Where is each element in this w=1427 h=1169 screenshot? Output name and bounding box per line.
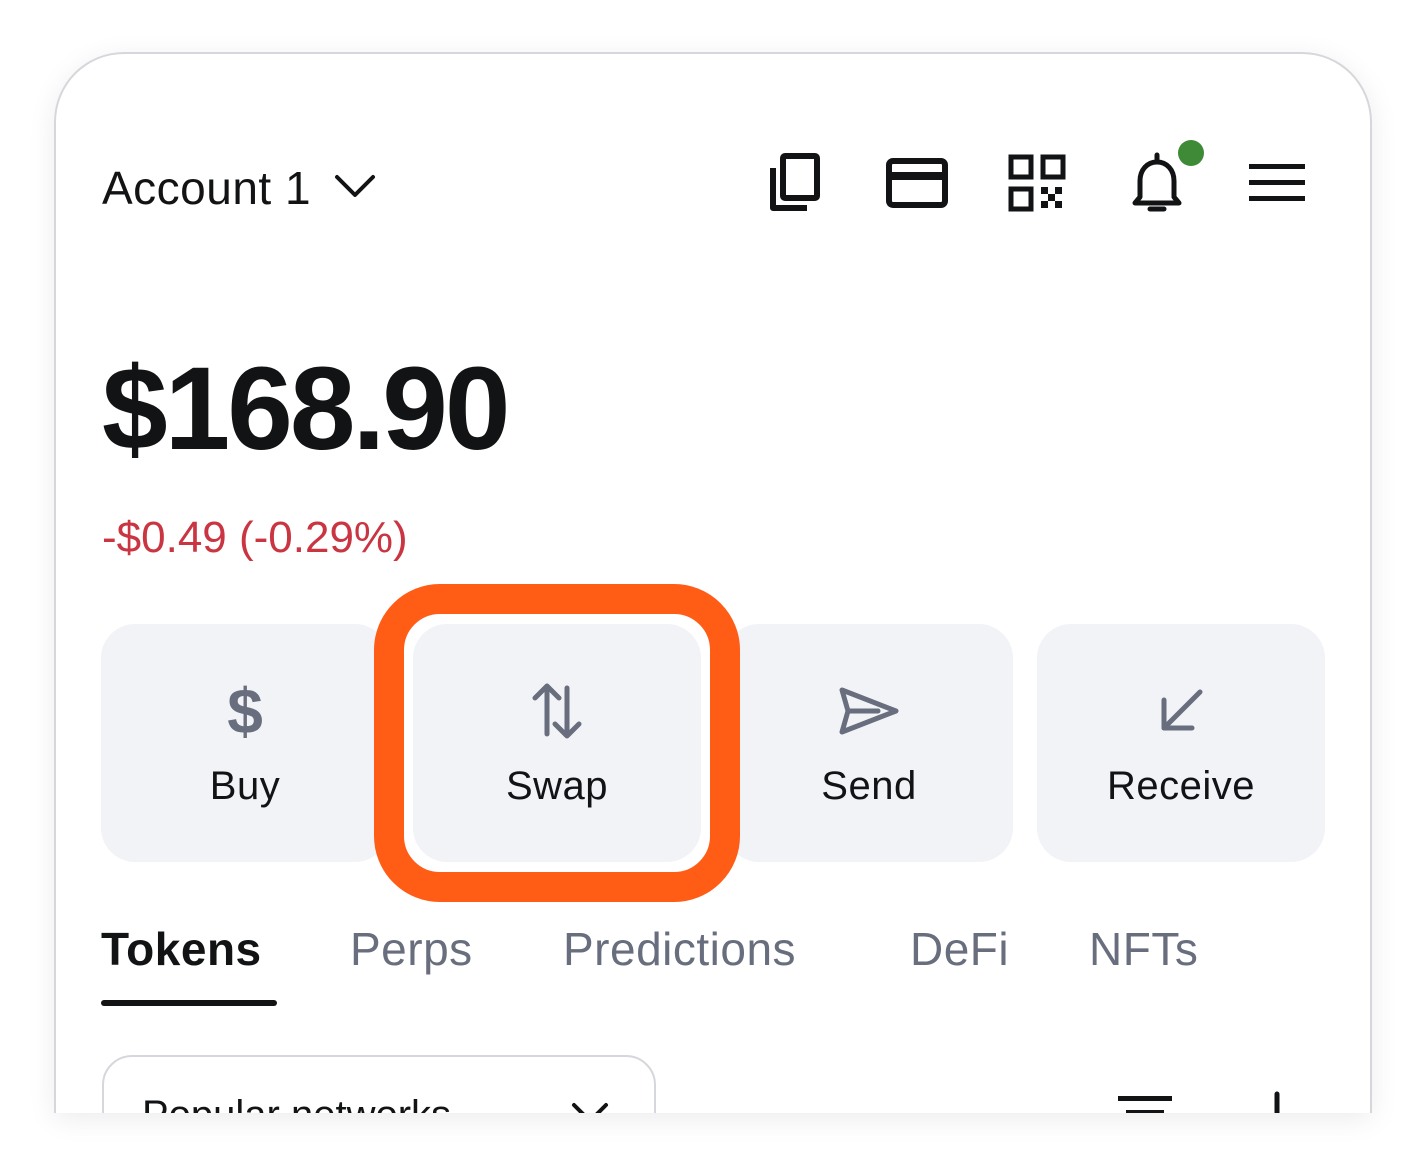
card-button[interactable] xyxy=(882,150,952,220)
menu-button[interactable] xyxy=(1242,150,1312,220)
swap-button[interactable]: Swap xyxy=(413,624,701,862)
notification-badge xyxy=(1178,140,1204,166)
chevron-down-icon xyxy=(570,1101,610,1113)
total-balance: $168.90 xyxy=(102,343,511,475)
tab-defi[interactable]: DeFi xyxy=(910,922,1009,976)
active-tab-indicator xyxy=(101,1000,277,1006)
receive-button[interactable]: Receive xyxy=(1037,624,1325,862)
buy-label: Buy xyxy=(209,764,281,808)
buy-button[interactable]: $ Buy xyxy=(101,624,389,862)
account-name: Account 1 xyxy=(102,162,312,214)
chevron-down-icon xyxy=(333,171,377,206)
dollar-icon: $ xyxy=(227,675,263,747)
bell-icon xyxy=(1131,151,1183,220)
receive-arrow-icon xyxy=(1146,676,1216,746)
wallet-content: Account 1 $168.90 -$0.49 (-0.29%) $ Buy … xyxy=(56,54,1370,1113)
send-label: Send xyxy=(821,764,917,808)
wallet-panel: Account 1 $168.90 -$0.49 (-0.29%) $ Buy … xyxy=(54,52,1372,1113)
copy-address-button[interactable] xyxy=(760,150,830,220)
network-selector[interactable]: Popular networks xyxy=(102,1055,656,1113)
copy-icon xyxy=(767,152,823,219)
qr-code-icon xyxy=(1008,154,1066,217)
screen: Account 1 $168.90 -$0.49 (-0.29%) $ Buy … xyxy=(0,0,1427,1169)
balance-change: -$0.49 (-0.29%) xyxy=(102,513,408,562)
menu-icon xyxy=(1249,163,1305,208)
tab-predictions[interactable]: Predictions xyxy=(563,922,796,976)
sort-button[interactable] xyxy=(1116,1088,1174,1113)
swap-label: Swap xyxy=(505,764,609,808)
receive-label: Receive xyxy=(1106,764,1255,808)
tab-nfts[interactable]: NFTs xyxy=(1089,922,1198,976)
tab-tokens[interactable]: Tokens xyxy=(101,922,262,976)
card-icon xyxy=(886,157,948,213)
qr-scan-button[interactable] xyxy=(1002,150,1072,220)
swap-arrows-icon xyxy=(522,676,592,746)
network-selector-label: Popular networks xyxy=(142,1093,451,1113)
send-icon xyxy=(834,676,904,746)
account-selector[interactable]: Account 1 xyxy=(102,158,377,218)
tab-perps[interactable]: Perps xyxy=(350,922,473,976)
send-button[interactable]: Send xyxy=(725,624,1013,862)
add-token-button[interactable] xyxy=(1252,1090,1302,1113)
